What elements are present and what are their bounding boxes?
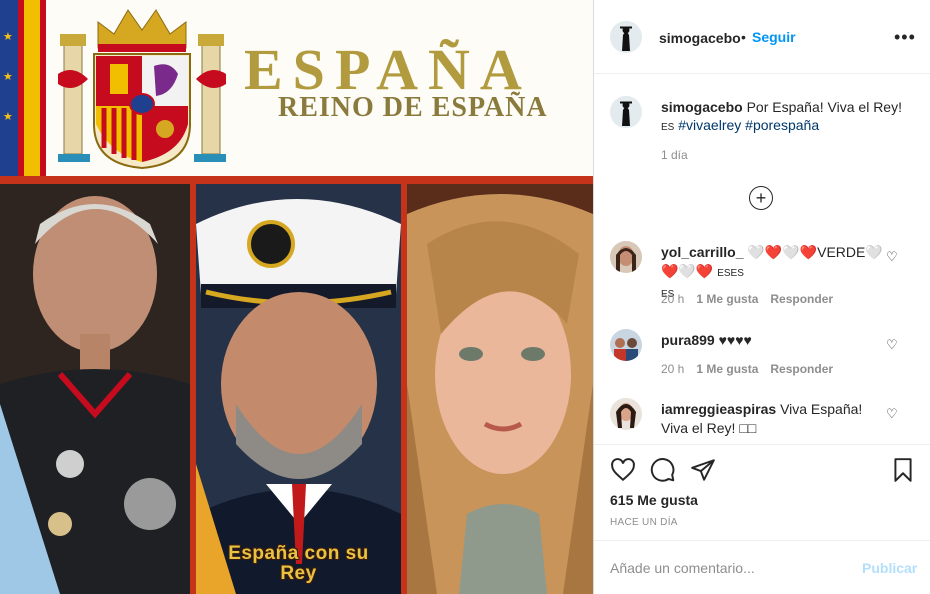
post-sidebar: simogacebo • Seguir ••• simogacebo Por E… [593,0,930,594]
banner-subtitle: REINO DE ESPAÑA [278,92,548,123]
comment-time: 20 h [661,362,685,376]
hashtag-link[interactable]: #porespaña [745,117,819,133]
comment-username[interactable]: iamreggieaspiras [661,401,776,417]
comment-like-icon[interactable]: ♡ [886,337,898,353]
portrait-center [196,184,401,594]
avatar[interactable] [610,398,642,430]
load-more-comments-button[interactable]: + [749,186,773,210]
banner: ★ ★ ★ ESPAÑA REINO DE ESPAÑA [0,0,593,176]
reply-button[interactable]: Responder [770,292,833,306]
comment-likes[interactable]: 1 Me gusta [696,362,758,376]
header-separator: • [741,29,746,45]
post-timestamp: HACE UN DÍA [610,517,678,528]
flag-strip: ★ ★ ★ [0,0,46,176]
caption-text: simogacebo Por España! Viva el Rey! ES #… [661,98,921,137]
flag-emoji-text: ES [661,122,675,133]
heart-icon[interactable] [610,457,636,483]
reply-button[interactable]: Responder [770,362,833,376]
flag-emoji-text: ES [730,268,744,279]
portrait-left [0,184,190,594]
caption-body: Por España! Viva el Rey! [746,99,902,115]
comment-meta: 20 h 1 Me gusta Responder [661,292,833,306]
bookmark-icon[interactable] [890,457,916,483]
overlay-line-1: España con su [228,543,369,564]
action-bar: 615 Me gusta HACE UN DÍA [594,444,930,540]
avatar[interactable] [610,241,642,273]
comment-input[interactable] [610,555,850,581]
avatar[interactable] [610,21,642,53]
header-username[interactable]: simogacebo [659,30,741,46]
comment-text: iamreggieaspiras Viva España! Viva el Re… [661,400,889,438]
comment-username[interactable]: pura899 [661,332,715,348]
portrait-right [407,184,593,594]
share-icon[interactable] [690,457,716,483]
comment-icon[interactable] [650,457,676,483]
add-comment-bar: Publicar [594,540,930,594]
image-caption-overlay: España con su Rey [196,544,401,584]
post-header: simogacebo • Seguir ••• [594,0,930,74]
avatar[interactable] [610,329,642,361]
post-image[interactable]: ★ ★ ★ ESPAÑA REINO DE ESPAÑA España con … [0,0,593,594]
comment-likes[interactable]: 1 Me gusta [696,292,758,306]
flag-emoji-text: ES [717,268,731,279]
hashtag-link[interactable]: #vivaelrey [678,117,741,133]
coat-of-arms-emblem [58,9,226,170]
comment-time: 20 h [661,292,685,306]
caption-time: 1 día [661,148,688,162]
comment-text: pura899 ♥♥♥♥ [661,331,889,350]
comment-like-icon[interactable]: ♡ [886,406,898,422]
overlay-line-2: Rey [280,563,317,584]
caption-username[interactable]: simogacebo [661,99,743,115]
eu-flag: ★ ★ ★ [0,0,18,176]
comment-meta: 20 h 1 Me gusta Responder [661,362,833,376]
avatar[interactable] [610,96,642,128]
more-options-icon[interactable]: ••• [894,27,916,48]
comment-username[interactable]: yol_carrillo_ [661,244,744,260]
plus-icon: + [755,188,767,208]
comment-like-icon[interactable]: ♡ [886,249,898,265]
likes-count[interactable]: 615 Me gusta [610,492,698,508]
comment-body: ♥♥♥♥ [718,332,752,348]
publish-button[interactable]: Publicar [862,560,917,576]
follow-button[interactable]: Seguir [752,29,796,45]
